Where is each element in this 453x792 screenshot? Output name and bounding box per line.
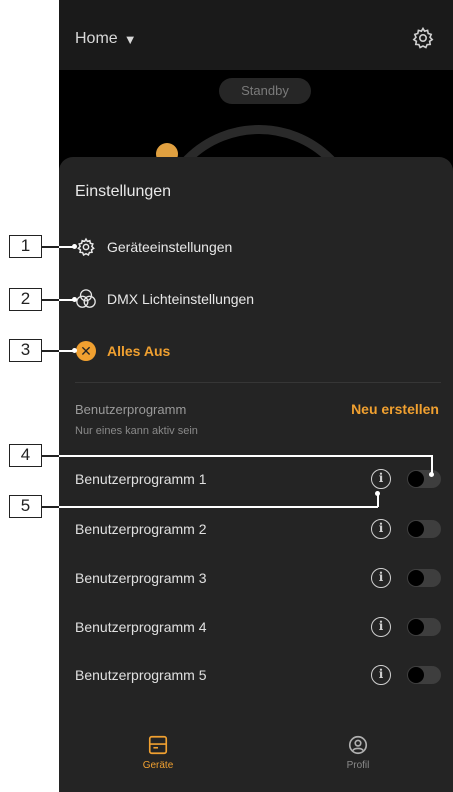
program-toggle[interactable]	[407, 470, 441, 488]
menu-label: Geräteeinstellungen	[107, 239, 233, 255]
device-icon	[148, 735, 168, 755]
programs-header: Benutzerprogramm	[75, 402, 187, 417]
program-row: Benutzerprogramm 1 i	[75, 464, 441, 494]
app-screen: Home ▼ Standby Einstellungen Geräteeinst…	[59, 0, 453, 792]
info-icon[interactable]: i	[371, 519, 391, 539]
callout-line	[59, 455, 432, 457]
program-toggle[interactable]	[407, 520, 441, 538]
status-badge: Standby	[219, 78, 311, 104]
nav-label: Geräte	[142, 760, 174, 771]
programs-subtitle: Nur eines kann aktiv sein	[75, 425, 198, 437]
caret-down-icon: ▼	[123, 31, 137, 47]
home-label: Home	[75, 30, 118, 47]
program-label: Benutzerprogramm 1	[75, 471, 207, 487]
bottom-nav: Geräte Profil	[59, 722, 453, 792]
menu-label: DMX Lichteinstellungen	[107, 291, 255, 307]
callout-line	[42, 299, 59, 301]
divider	[75, 382, 441, 383]
callout-dot	[72, 297, 77, 302]
callout-dot	[72, 348, 77, 353]
info-icon[interactable]: i	[371, 469, 391, 489]
gear-icon	[75, 236, 97, 258]
callout-line	[42, 455, 59, 457]
callout-2: 2	[9, 288, 42, 311]
callout-5: 5	[9, 495, 42, 518]
device-settings-item[interactable]: Geräteeinstellungen	[75, 232, 435, 262]
callout-1: 1	[9, 235, 42, 258]
home-selector[interactable]: Home ▼	[75, 30, 137, 48]
dmx-settings-item[interactable]: DMX Lichteinstellungen	[75, 284, 435, 314]
rgb-circles-icon	[75, 288, 97, 310]
close-circle-icon: ✕	[75, 340, 97, 362]
callout-3: 3	[9, 339, 42, 362]
callout-line	[59, 506, 378, 508]
program-label: Benutzerprogramm 3	[75, 570, 207, 586]
info-icon[interactable]: i	[371, 568, 391, 588]
program-toggle[interactable]	[407, 569, 441, 587]
profile-icon	[348, 735, 368, 755]
program-toggle[interactable]	[407, 666, 441, 684]
callout-line	[42, 506, 59, 508]
callout-4: 4	[9, 444, 42, 467]
nav-label: Profil	[346, 760, 370, 771]
program-toggle[interactable]	[407, 618, 441, 636]
settings-sheet: Einstellungen Geräteeinstellungen DMX Li…	[59, 157, 453, 792]
program-label: Benutzerprogramm 4	[75, 619, 207, 635]
program-label: Benutzerprogramm 5	[75, 667, 207, 683]
sheet-title: Einstellungen	[75, 183, 172, 200]
program-label: Benutzerprogramm 2	[75, 521, 207, 537]
callout-line	[42, 350, 59, 352]
create-program-button[interactable]: Neu erstellen	[351, 401, 439, 417]
menu-label: Alles Aus	[107, 343, 171, 359]
program-row: Benutzerprogramm 3 i	[75, 563, 441, 593]
callout-dot	[72, 244, 77, 249]
gear-icon[interactable]	[411, 26, 435, 50]
callout-line	[42, 246, 59, 248]
program-row: Benutzerprogramm 5 i	[75, 660, 441, 690]
callout-dot	[429, 472, 434, 477]
top-bar: Home ▼	[59, 0, 453, 70]
callout-dot	[375, 491, 380, 496]
nav-devices-tab[interactable]: Geräte	[113, 734, 203, 771]
all-off-item[interactable]: ✕ Alles Aus	[75, 336, 435, 366]
program-row: Benutzerprogramm 4 i	[75, 612, 441, 642]
info-icon[interactable]: i	[371, 617, 391, 637]
program-row: Benutzerprogramm 2 i	[75, 514, 441, 544]
nav-profile-tab[interactable]: Profil	[313, 734, 403, 771]
info-icon[interactable]: i	[371, 665, 391, 685]
